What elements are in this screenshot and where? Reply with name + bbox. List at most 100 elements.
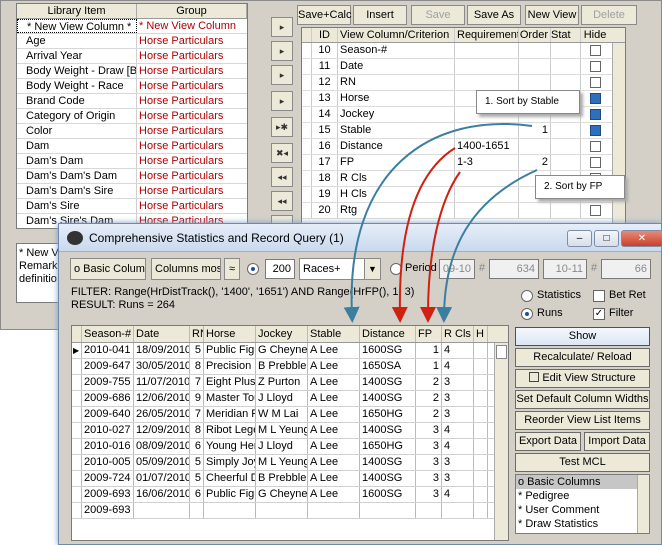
library-row[interactable]: Category of Origin Horse Particulars [17,109,247,124]
view-row-requirement[interactable] [455,203,519,218]
view-column-header[interactable]: View Column/Criterion [338,28,455,42]
view-row-requirement[interactable]: 1-3 [455,155,519,170]
view-grid-row[interactable]: 10 Season-# [302,43,625,59]
save-as-button[interactable]: Save As [467,5,521,25]
library-list[interactable]: Library Item Group * New View Column * * … [16,3,248,229]
period-to-input[interactable]: 10-11 [543,259,587,279]
view-row-stat[interactable] [551,155,581,170]
hide-header[interactable]: Hide [581,28,609,42]
period-radio[interactable] [390,263,402,275]
library-row[interactable]: Dam's Dam's Sire Horse Particulars [17,184,247,199]
view-grid-row[interactable]: 16 Distance 1400-1651 [302,139,625,155]
import-data-button[interactable]: Import Data [584,432,650,451]
results-row[interactable]: 2009-693 [72,503,508,519]
new-view-button[interactable]: New View [525,5,579,25]
view-row-stat[interactable] [551,203,581,218]
view-row-requirement[interactable] [455,43,519,58]
results-column-header[interactable]: Jockey [256,326,308,342]
view-row-stat[interactable] [551,75,581,90]
view-row-stat[interactable] [551,59,581,74]
runs-radio[interactable] [521,308,533,320]
edit-view-structure-button[interactable]: Edit View Structure [515,369,650,388]
view-list-item[interactable]: o Basic Columns [516,475,649,489]
view-grid-row[interactable]: 12 RN [302,75,625,91]
minimize-button[interactable]: – [567,230,592,247]
transfer-button[interactable]: ▸ [271,17,293,37]
view-grid-row[interactable]: 11 Date [302,59,625,75]
view-list-item[interactable]: * User Comment [516,503,649,517]
results-column-header[interactable]: Stable [308,326,360,342]
transfer-button[interactable]: ✖◂ [271,143,293,163]
results-column-header[interactable]: R Cls [442,326,474,342]
hide-checkbox[interactable] [589,205,601,216]
results-column-header[interactable]: Season-# [82,326,134,342]
results-row[interactable]: 2010-027 12/09/2010 8 Ribot Lege M L Yeung A … [72,423,508,439]
insert-view-button[interactable]: Insert View [353,5,407,39]
period-from-input[interactable]: 09-10 [439,259,475,279]
export-data-button[interactable]: Export Data [515,432,581,451]
hide-checkbox[interactable] [589,93,601,104]
view-row-stat[interactable] [551,43,581,58]
view-list-scrollbar[interactable] [637,475,649,533]
library-row[interactable]: Arrival Year Horse Particulars [17,49,247,64]
transfer-button[interactable]: ▸ [271,41,293,61]
library-row[interactable]: * New View Column * * New View Column [17,19,247,34]
library-row[interactable]: Body Weight - Draw [B WHorse Particulars [17,64,247,79]
view-row-order[interactable] [519,43,551,58]
reorder-view-list-button[interactable]: Reorder View List Items [515,411,650,430]
library-row[interactable]: Brand Code Horse Particulars [17,94,247,109]
order-header[interactable]: Order [519,28,551,42]
results-row[interactable]: ▶ 2010-041 18/09/2010 5 Public Figu G Cheyne A… [72,343,508,359]
view-row-stat[interactable] [551,139,581,154]
view-row-requirement[interactable] [455,75,519,90]
library-row[interactable]: Color Horse Particulars [17,124,247,139]
transfer-button[interactable]: ▸✱ [271,117,293,137]
view-list-item[interactable]: * Draw Statistics [516,517,649,531]
columns-select[interactable]: Columns mos [151,258,221,280]
runs-count-radio[interactable] [247,263,259,275]
save-calc-button[interactable]: Save+Calc [297,5,352,25]
results-table[interactable]: Season-#DateRNHorseJockeyStableDistanceF… [71,325,509,541]
view-row-requirement[interactable] [455,123,519,138]
transfer-button[interactable]: ▸ [271,65,293,85]
set-default-widths-button[interactable]: Set Default Column Widths [515,390,650,409]
view-grid-row[interactable]: 20 Rtg [302,203,625,219]
maximize-button[interactable]: □ [594,230,619,247]
results-column-header[interactable]: H [474,326,488,342]
results-row[interactable]: 2010-005 05/09/2010 5 Simply Joy M L Yeung A … [72,455,508,471]
results-column-header[interactable]: Distance [360,326,416,342]
view-list-item[interactable]: * Pedigree [516,489,649,503]
library-row[interactable]: Dam's Dam Horse Particulars [17,154,247,169]
period-n1-input[interactable]: 634 [489,259,539,279]
hide-checkbox[interactable] [589,141,601,152]
results-row[interactable]: 2009-686 12/06/2010 9 Master Tou J Lloyd A Le… [72,391,508,407]
results-scrollbar[interactable] [494,343,508,540]
hide-checkbox[interactable] [589,125,601,136]
id-header[interactable]: ID [312,28,338,42]
library-row[interactable]: Body Weight - Race Horse Particulars [17,79,247,94]
runs-count-input[interactable]: 200 [265,259,295,279]
library-row[interactable]: Dam Horse Particulars [17,139,247,154]
view-row-requirement[interactable] [455,59,519,74]
library-row[interactable]: Age Horse Particulars [17,34,247,49]
results-column-header[interactable]: Horse [204,326,256,342]
results-row[interactable]: 2009-75511/07/20107Eight Plus EZ PurtonA… [72,375,508,391]
view-row-order[interactable]: 2 [519,155,551,170]
results-column-header[interactable]: RN [190,326,204,342]
results-column-header[interactable]: FP [416,326,442,342]
chevron-down-icon[interactable]: ▼ [364,259,380,279]
hide-checkbox[interactable] [589,77,601,88]
view-row-requirement[interactable]: 1400-1651 [455,139,519,154]
close-button[interactable]: ✕ [621,230,662,247]
view-row-order[interactable]: 1 [519,123,551,138]
period-n2-input[interactable]: 66 [601,259,651,279]
view-row-requirement[interactable] [455,171,519,186]
view-row-order[interactable] [519,139,551,154]
view-row-order[interactable] [519,59,551,74]
bet-ret-checkbox[interactable] [593,290,605,302]
transfer-button[interactable]: ▸ [271,91,293,111]
view-row-order[interactable] [519,75,551,90]
delete-view-button[interactable]: Delete View [581,5,637,39]
filter-checkbox[interactable]: ✓ [593,308,605,320]
save-button[interactable]: Save [411,5,465,25]
